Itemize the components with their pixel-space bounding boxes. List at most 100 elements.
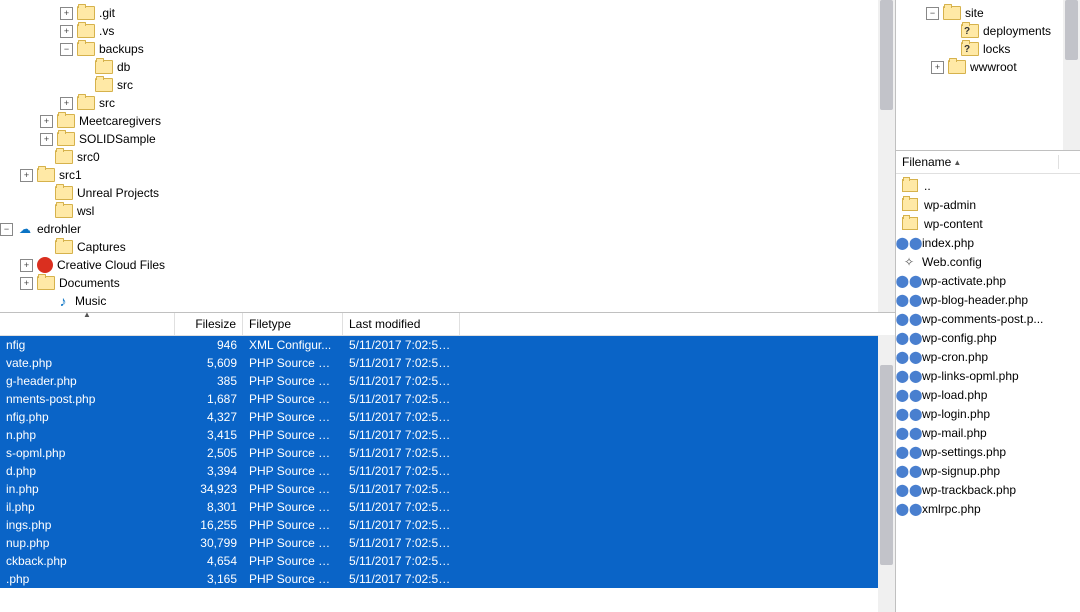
collapse-icon[interactable]: − bbox=[926, 7, 939, 20]
file-row[interactable]: d.php3,394PHP Source File5/11/2017 7:02:… bbox=[0, 462, 895, 480]
tree-item[interactable]: +.git bbox=[0, 4, 895, 22]
col-filetype-label: Filetype bbox=[249, 317, 291, 331]
file-row[interactable]: n.php3,415PHP Source File5/11/2017 7:02:… bbox=[0, 426, 895, 444]
remote-list-header[interactable]: Filename ▲ bbox=[896, 151, 1080, 174]
cell-lastmodified: 5/11/2017 7:02:57 ... bbox=[343, 482, 460, 496]
remote-file-row[interactable]: ⬤⬤wp-blog-header.php bbox=[896, 290, 1080, 309]
remote-file-row[interactable]: ⬤⬤wp-activate.php bbox=[896, 271, 1080, 290]
tree-item[interactable]: locks bbox=[896, 40, 1080, 58]
remote-tree-scrollbar[interactable] bbox=[1063, 0, 1080, 150]
cell-lastmodified: 5/11/2017 7:02:57 ... bbox=[343, 410, 460, 424]
remote-file-name: wp-admin bbox=[924, 198, 976, 212]
cell-filesize: 2,505 bbox=[175, 446, 243, 460]
remote-file-row[interactable]: ⬤⬤xmlrpc.php bbox=[896, 499, 1080, 518]
remote-file-row[interactable]: ⬤⬤index.php bbox=[896, 233, 1080, 252]
remote-file-row[interactable]: ⬤⬤wp-cron.php bbox=[896, 347, 1080, 366]
remote-file-name: xmlrpc.php bbox=[922, 502, 981, 516]
file-row[interactable]: ings.php16,255PHP Source File5/11/2017 7… bbox=[0, 516, 895, 534]
remote-file-row[interactable]: ⬤⬤wp-config.php bbox=[896, 328, 1080, 347]
file-row[interactable]: nments-post.php1,687PHP Source File5/11/… bbox=[0, 390, 895, 408]
cell-lastmodified: 5/11/2017 7:02:57 ... bbox=[343, 446, 460, 460]
tree-item-label: db bbox=[117, 58, 130, 76]
tree-item[interactable]: wsl bbox=[0, 202, 895, 220]
remote-file-row[interactable]: wp-admin bbox=[896, 195, 1080, 214]
tree-item[interactable]: −☁edrohler bbox=[0, 220, 895, 238]
tree-item-label: site bbox=[965, 4, 984, 22]
tree-item[interactable]: + Meetcaregivers bbox=[0, 112, 895, 130]
remote-file-name: wp-load.php bbox=[922, 388, 987, 402]
file-row[interactable]: vate.php5,609PHP Source File5/11/2017 7:… bbox=[0, 354, 895, 372]
tree-item[interactable]: −backups bbox=[0, 40, 895, 58]
tree-item[interactable]: +wwwroot bbox=[896, 58, 1080, 76]
filelist-header[interactable]: ▲ Filesize Filetype Last modified bbox=[0, 313, 895, 336]
col-name[interactable]: ▲ bbox=[0, 313, 175, 335]
remote-file-row[interactable]: ⬤⬤wp-signup.php bbox=[896, 461, 1080, 480]
remote-file-row[interactable]: wp-content bbox=[896, 214, 1080, 233]
remote-file-row[interactable]: ⬤⬤wp-settings.php bbox=[896, 442, 1080, 461]
col-remote-filename[interactable]: Filename ▲ bbox=[896, 155, 1059, 169]
expander-spacer bbox=[80, 62, 91, 73]
file-row[interactable]: s-opml.php2,505PHP Source File5/11/2017 … bbox=[0, 444, 895, 462]
file-row[interactable]: nup.php30,799PHP Source File5/11/2017 7:… bbox=[0, 534, 895, 552]
expand-icon[interactable]: + bbox=[20, 169, 33, 182]
file-row[interactable]: nfig946XML Configur...5/11/2017 7:02:56 … bbox=[0, 336, 895, 354]
expand-icon[interactable]: + bbox=[20, 277, 33, 290]
folder-icon bbox=[902, 217, 918, 230]
folder-icon bbox=[57, 114, 75, 128]
file-row[interactable]: in.php34,923PHP Source File5/11/2017 7:0… bbox=[0, 480, 895, 498]
expand-icon[interactable]: + bbox=[60, 25, 73, 38]
file-row[interactable]: il.php8,301PHP Source File5/11/2017 7:02… bbox=[0, 498, 895, 516]
collapse-icon[interactable]: − bbox=[60, 43, 73, 56]
tree-item[interactable]: deployments bbox=[896, 22, 1080, 40]
tree-item-label: Meetcaregivers bbox=[79, 112, 161, 130]
col-filesize[interactable]: Filesize bbox=[175, 313, 243, 335]
tree-item[interactable]: Unreal Projects bbox=[0, 184, 895, 202]
collapse-icon[interactable]: − bbox=[0, 223, 13, 236]
tree-item[interactable]: − site bbox=[896, 4, 1080, 22]
remote-file-row[interactable]: ⬤⬤wp-load.php bbox=[896, 385, 1080, 404]
tree-item[interactable]: +.vs bbox=[0, 22, 895, 40]
file-row[interactable]: ckback.php4,654PHP Source File5/11/2017 … bbox=[0, 552, 895, 570]
tree-item[interactable]: Captures bbox=[0, 238, 895, 256]
expand-icon[interactable]: + bbox=[20, 259, 33, 272]
filelist-scrollbar[interactable] bbox=[878, 335, 895, 612]
remote-file-row[interactable]: ⬤⬤wp-comments-post.p... bbox=[896, 309, 1080, 328]
tree-item[interactable]: +Documents bbox=[0, 274, 895, 292]
cell-filesize: 30,799 bbox=[175, 536, 243, 550]
folder-icon bbox=[55, 240, 73, 254]
col-filetype[interactable]: Filetype bbox=[243, 313, 343, 335]
cell-filetype: PHP Source File bbox=[243, 410, 343, 424]
remote-file-row[interactable]: ✧Web.config bbox=[896, 252, 1080, 271]
folder-icon bbox=[943, 6, 961, 20]
tree-item[interactable]: db bbox=[0, 58, 895, 76]
expand-icon[interactable]: + bbox=[40, 115, 53, 128]
expand-icon[interactable]: + bbox=[931, 61, 944, 74]
tree-item[interactable]: src0 bbox=[0, 148, 895, 166]
expand-icon[interactable]: + bbox=[40, 133, 53, 146]
file-row[interactable]: g-header.php385PHP Source File5/11/2017 … bbox=[0, 372, 895, 390]
cell-filesize: 1,687 bbox=[175, 392, 243, 406]
file-row[interactable]: .php3,165PHP Source File5/11/2017 7:02:5… bbox=[0, 570, 895, 588]
remote-list-pane[interactable]: Filename ▲ .. wp-admin wp-content⬤⬤index.p… bbox=[896, 151, 1080, 612]
tree-item[interactable]: +src1 bbox=[0, 166, 895, 184]
remote-file-row[interactable]: ⬤⬤wp-login.php bbox=[896, 404, 1080, 423]
expand-icon[interactable]: + bbox=[60, 7, 73, 20]
tree-item[interactable]: +SOLIDSample bbox=[0, 130, 895, 148]
cell-filetype: PHP Source File bbox=[243, 374, 343, 388]
expand-icon[interactable]: + bbox=[60, 97, 73, 110]
tree-item[interactable]: ♪Music bbox=[0, 292, 895, 310]
remote-file-row[interactable]: ⬤⬤wp-mail.php bbox=[896, 423, 1080, 442]
remote-file-name: index.php bbox=[922, 236, 974, 250]
tree-item[interactable]: +src bbox=[0, 94, 895, 112]
remote-tree-pane[interactable]: − sitedeploymentslocks+wwwroot bbox=[896, 0, 1080, 151]
remote-file-row[interactable]: ⬤⬤wp-links-opml.php bbox=[896, 366, 1080, 385]
local-filelist-pane[interactable]: ▲ Filesize Filetype Last modified nfig94… bbox=[0, 312, 895, 612]
tree-item[interactable]: +Creative Cloud Files bbox=[0, 256, 895, 274]
file-row[interactable]: nfig.php4,327PHP Source File5/11/2017 7:… bbox=[0, 408, 895, 426]
local-tree-scrollbar[interactable] bbox=[878, 0, 895, 312]
local-tree-pane[interactable]: +.git+.vs−backupsdbsrc+src+Meetcaregiver… bbox=[0, 0, 895, 312]
remote-file-row[interactable]: .. bbox=[896, 176, 1080, 195]
col-lastmodified[interactable]: Last modified bbox=[343, 313, 460, 335]
remote-file-row[interactable]: ⬤⬤wp-trackback.php bbox=[896, 480, 1080, 499]
tree-item[interactable]: src bbox=[0, 76, 895, 94]
